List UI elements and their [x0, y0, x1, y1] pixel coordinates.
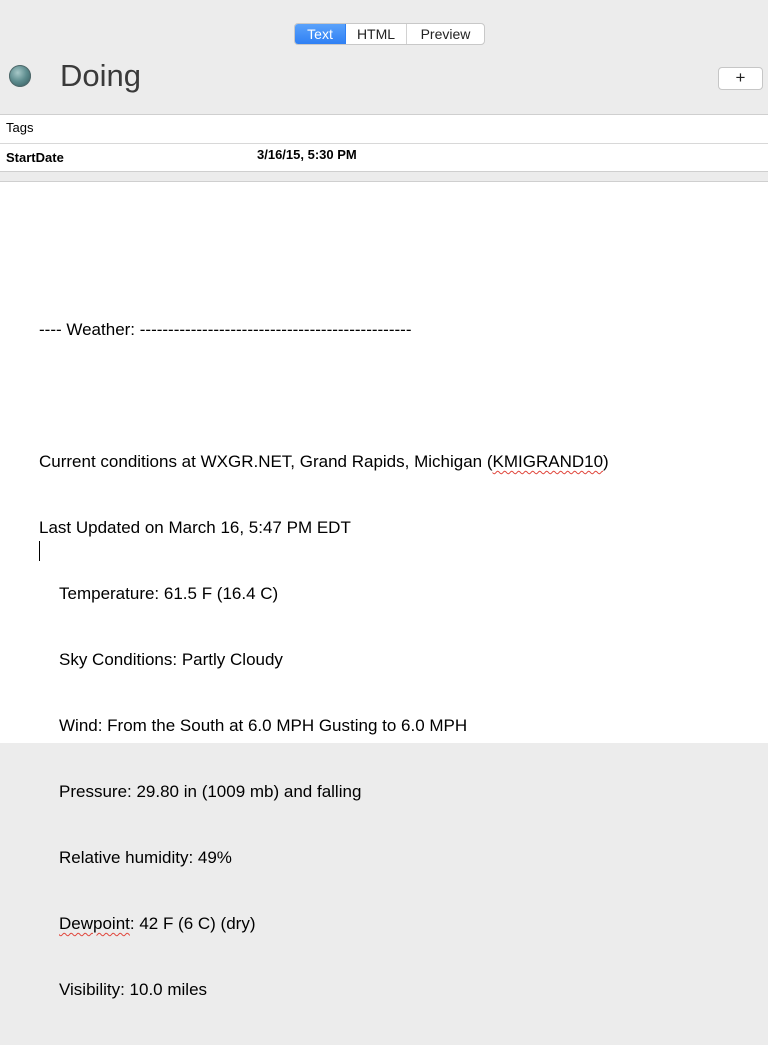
metadata-table: Tags StartDate 3/16/15, 5:30 PM: [0, 114, 768, 172]
humidity-line: Relative humidity: 49%: [59, 848, 232, 867]
startdate-row[interactable]: StartDate 3/16/15, 5:30 PM: [0, 143, 768, 171]
add-button[interactable]: +: [718, 67, 763, 90]
tags-label: Tags: [6, 120, 34, 135]
dewpoint-value: : 42 F (6 C) (dry): [129, 914, 256, 933]
temperature-line: Temperature: 61.5 F (16.4 C): [59, 584, 279, 603]
conditions-suffix: ): [603, 452, 609, 471]
station-id: KMIGRAND10: [492, 452, 604, 471]
startdate-label: StartDate: [6, 150, 64, 165]
text-caret: [39, 541, 40, 561]
tags-row[interactable]: Tags: [0, 115, 768, 144]
status-dot-icon[interactable]: [9, 65, 31, 87]
pressure-line: Pressure: 29.80 in (1009 mb) and falling: [59, 782, 362, 801]
view-mode-segmented-control: Text HTML Preview: [294, 23, 485, 45]
visibility-line: Visibility: 10.0 miles: [59, 980, 208, 999]
note-editor[interactable]: ---- Weather: --------------------------…: [0, 181, 768, 999]
tab-text[interactable]: Text: [295, 24, 346, 44]
page-title: Doing: [60, 58, 141, 93]
sky-line: Sky Conditions: Partly Cloudy: [59, 650, 283, 669]
startdate-value[interactable]: 3/16/15, 5:30 PM: [257, 145, 357, 165]
weather-heading: ---- Weather: --------------------------…: [39, 320, 412, 339]
note-text[interactable]: ---- Weather: --------------------------…: [39, 275, 609, 1045]
wind-line: Wind: From the South at 6.0 MPH Gusting …: [59, 716, 468, 735]
tab-html[interactable]: HTML: [346, 24, 407, 44]
conditions-line: Current conditions at WXGR.NET, Grand Ra…: [39, 451, 609, 473]
dewpoint-word: Dewpoint: [59, 914, 130, 933]
updated-line: Last Updated on March 16, 5:47 PM EDT: [39, 518, 351, 537]
tab-preview[interactable]: Preview: [407, 24, 484, 44]
dewpoint-line: Dewpoint: 42 F (6 C) (dry): [39, 913, 609, 935]
conditions-prefix: Current conditions at WXGR.NET, Grand Ra…: [39, 452, 493, 471]
